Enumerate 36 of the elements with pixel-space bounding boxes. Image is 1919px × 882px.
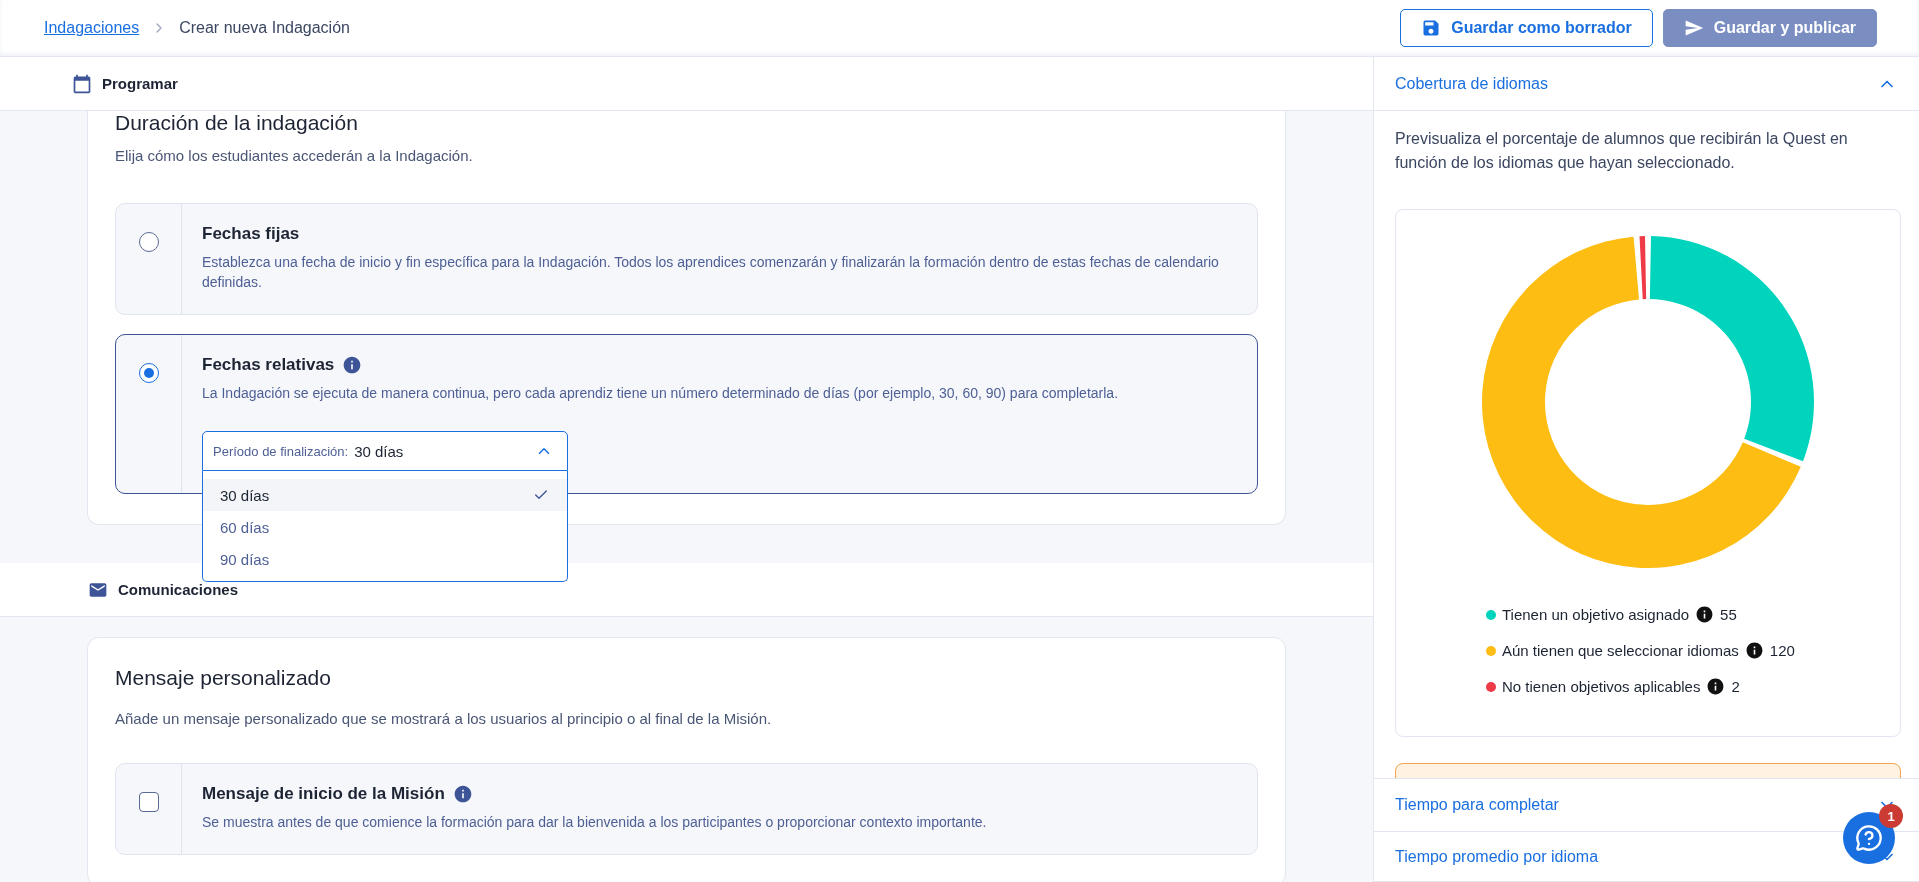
- info-icon: [1744, 641, 1764, 660]
- help-chat-icon: [1855, 824, 1883, 852]
- option-title: Fechas relativas: [202, 355, 335, 375]
- info-icon: [1695, 605, 1715, 624]
- checkbox[interactable]: [138, 792, 159, 812]
- coverage-description: Previsualiza el porcentaje de alumnos que recibirán la Quest en función de los idiomas que hayan seleccionado.: [1395, 129, 1849, 173]
- save-draft-button[interactable]: Guardar como borrador: [1400, 9, 1653, 47]
- legend-label: No tienen objetivos aplicables: [1502, 678, 1701, 695]
- radio-button[interactable]: [138, 232, 159, 252]
- send-icon: [1683, 18, 1704, 38]
- option-title: Mensaje de inicio de la Misión: [202, 784, 445, 804]
- breadcrumb-current: Crear nueva Indagación: [179, 19, 350, 37]
- option-card[interactable]: Fechas fijas Establezca una fecha de inicio y fin específica para la Indagación. Todos los aprendices comenzarán y finalizarán la formación dentro de estas fechas de calendario definidas.: [115, 203, 1258, 315]
- legend-count: 120: [1769, 642, 1795, 659]
- section-title: Comunicaciones: [118, 581, 239, 598]
- option-title: Fechas fijas: [202, 224, 300, 244]
- card-subtitle: Añade un mensaje personalizado que se mostrará a los usuarios al principio o al final de la Misión.: [115, 710, 773, 727]
- option-card[interactable]: Mensaje de inicio de la Misión Se muestra antes de que comience la formación para dar la bienvenida a los participantes o proporcionar contexto importante.: [115, 763, 1258, 855]
- legend-count: 2: [1731, 678, 1740, 695]
- option-description: La Indagación se ejecuta de manera continua, pero cada aprendiz tiene un número determinado de días (por ejemplo, 30, 60, 90) para completarla.: [202, 384, 1120, 403]
- card-title: Mensaje personalizado: [115, 666, 332, 690]
- period-dropdown[interactable]: Período de finalización: 30 días: [202, 431, 568, 471]
- save-icon: [1421, 18, 1442, 38]
- radio-button[interactable]: [138, 363, 159, 383]
- info-icon: [1706, 677, 1726, 696]
- card-subtitle: Elija cómo los estudiantes accederán a la Indagación.: [115, 147, 474, 164]
- legend-label: Aún tienen que seleccionar idiomas: [1502, 642, 1739, 659]
- card-title: Duración de la indagación: [115, 111, 359, 135]
- calendar-icon: [72, 73, 92, 94]
- option-description: Establezca una fecha de inicio y fin específica para la Indagación. Todos los aprendices comenzarán y finalizarán la formación dentro de estas fechas de calendario definidas.: [202, 253, 1220, 292]
- option-description: Se muestra antes de que comience la formación para dar la bienvenida a los participantes o proporcionar contexto importante.: [202, 813, 988, 832]
- breadcrumb-link[interactable]: Indagaciones: [44, 19, 140, 37]
- legend-count: 55: [1720, 606, 1737, 623]
- dropdown-option[interactable]: 30 días: [203, 479, 567, 511]
- legend-label: Tienen un objetivo asignado: [1502, 606, 1690, 623]
- section-title: Programar: [102, 75, 178, 92]
